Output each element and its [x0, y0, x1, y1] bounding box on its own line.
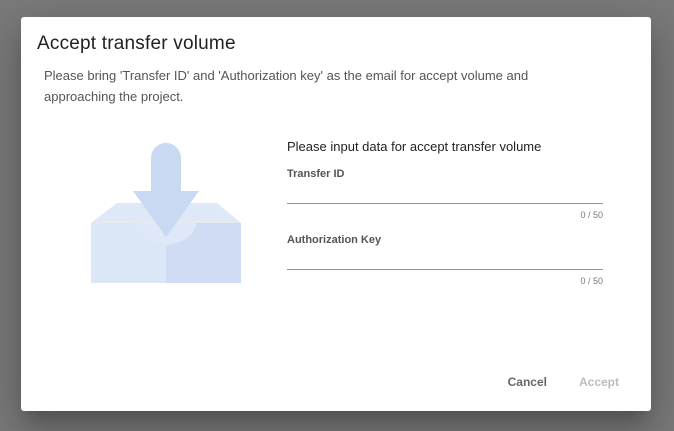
inbox-download-icon [89, 141, 245, 283]
authorization-key-input[interactable] [287, 248, 603, 270]
transfer-form: Please input data for accept transfer vo… [287, 139, 603, 300]
accept-button[interactable]: Accept [567, 369, 631, 395]
dialog-title: Accept transfer volume [37, 33, 236, 54]
form-heading: Please input data for accept transfer vo… [287, 139, 542, 154]
transfer-id-field: Transfer ID 0 / 50 [287, 168, 603, 220]
accept-transfer-dialog: Accept transfer volume Please bring 'Tra… [21, 17, 651, 411]
authorization-key-label: Authorization Key [287, 234, 382, 246]
authorization-key-field: Authorization Key 0 / 50 [287, 234, 603, 286]
cancel-button[interactable]: Cancel [496, 369, 559, 395]
dialog-description: Please bring 'Transfer ID' and 'Authoriz… [44, 68, 529, 104]
dialog-actions: Cancel Accept [496, 369, 631, 395]
transfer-id-input[interactable] [287, 182, 603, 204]
authorization-key-counter: 0 / 50 [580, 276, 603, 286]
transfer-id-counter: 0 / 50 [580, 210, 603, 220]
transfer-id-label: Transfer ID [287, 168, 345, 180]
